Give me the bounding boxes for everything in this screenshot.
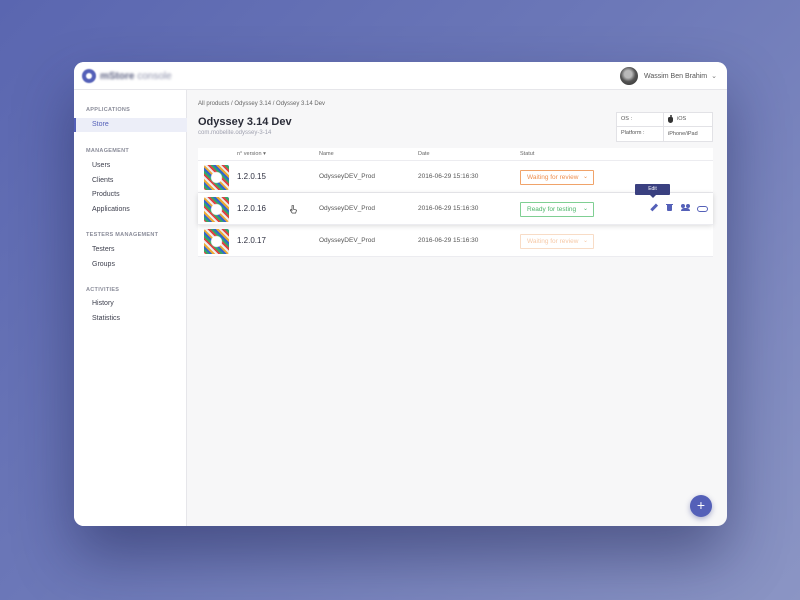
info-row-os: OS : iOS: [617, 113, 712, 127]
info-row-platform: Platform : iPhone/iPad: [617, 127, 712, 141]
app-icon: [204, 197, 229, 222]
sidebar-item-store[interactable]: Store: [74, 118, 187, 132]
sidebar-item-groups[interactable]: Groups: [74, 258, 187, 272]
avatar: [619, 67, 638, 85]
name-cell: OdysseyDEV_Prod: [319, 237, 375, 244]
chevron-down-icon: ⌄: [711, 73, 717, 80]
apple-icon: [668, 114, 673, 123]
status-select[interactable]: Waiting for review ⌄: [520, 234, 594, 249]
app-window: mStore console Wassim Ben Brahim ⌄ APPLI…: [74, 62, 727, 526]
sidebar-item-applications[interactable]: Applications: [74, 203, 187, 217]
chevron-down-icon: ⌄: [582, 206, 588, 212]
version-cell: 1.2.0.17: [237, 236, 266, 245]
sidebar-item-history[interactable]: History: [74, 297, 187, 311]
page-title: Odyssey 3.14 Dev: [198, 116, 292, 128]
app-info-table: OS : iOS Platform : iPhone/iPad: [616, 112, 713, 142]
platform-value: iPhone/iPad: [668, 130, 698, 137]
app-icon: [204, 165, 229, 190]
sidebar: APPLICATIONS Store MANAGEMENT Users Clie…: [74, 90, 187, 526]
breadcrumb[interactable]: All products / Odyssey 3.14 / Odyssey 3.…: [198, 101, 325, 107]
app-logo[interactable]: mStore console: [82, 68, 172, 84]
sidebar-section-activities: ACTIVITIES: [86, 287, 120, 293]
table-header: n° version ▾ Name Date Statut: [198, 148, 713, 161]
sidebar-section-testers-management: TESTERS MANAGEMENT: [86, 232, 159, 238]
sidebar-section-management: MANAGEMENT: [86, 148, 130, 154]
version-cell: 1.2.0.16: [237, 204, 266, 213]
status-select[interactable]: Waiting for review ⌄: [520, 170, 594, 185]
os-label: OS :: [617, 113, 664, 126]
bundle-id: com.mobelite.odyssey-3-14: [198, 130, 272, 136]
pencil-icon[interactable]: [649, 203, 658, 212]
sidebar-item-statistics[interactable]: Statistics: [74, 312, 187, 326]
logo-icon: [82, 69, 96, 83]
sidebar-item-clients[interactable]: Clients: [74, 174, 187, 188]
platform-label: Platform :: [617, 127, 664, 141]
chevron-down-icon: ⌄: [582, 238, 588, 244]
sidebar-item-users[interactable]: Users: [74, 159, 187, 173]
sidebar-item-products[interactable]: Products: [74, 188, 187, 202]
group-icon[interactable]: [681, 203, 690, 212]
os-value: iOS: [664, 113, 686, 126]
table-row[interactable]: 1.2.0.17 OdysseyDEV_Prod 2016-06-29 15:1…: [198, 225, 713, 257]
add-version-button[interactable]: +: [690, 495, 712, 517]
trash-icon[interactable]: [665, 203, 674, 212]
header-date[interactable]: Date: [418, 148, 430, 161]
row-actions: [649, 203, 708, 212]
user-menu[interactable]: Wassim Ben Brahim ⌄: [619, 67, 717, 85]
table-row[interactable]: 1.2.0.16 OdysseyDEV_Prod 2016-06-29 15:1…: [198, 184, 713, 225]
link-icon[interactable]: [697, 203, 708, 212]
logo-text: mStore console: [100, 70, 172, 82]
pointer-cursor-icon: [290, 205, 297, 214]
date-cell: 2016-06-29 15:16:30: [418, 237, 479, 244]
sort-arrow-icon: ▾: [263, 151, 266, 157]
os-value-text: iOS: [677, 116, 687, 122]
sidebar-item-testers[interactable]: Testers: [74, 243, 187, 257]
version-cell: 1.2.0.15: [237, 172, 266, 181]
header-version[interactable]: n° version ▾: [237, 148, 266, 161]
versions-table: n° version ▾ Name Date Statut 1.2.0.15 O…: [198, 148, 713, 257]
edit-tooltip: Edit: [635, 184, 670, 198]
name-cell: OdysseyDEV_Prod: [319, 205, 375, 212]
user-name: Wassim Ben Brahim: [643, 72, 708, 80]
top-bar: mStore console Wassim Ben Brahim ⌄: [74, 62, 727, 90]
header-status[interactable]: Statut: [520, 148, 534, 161]
chevron-down-icon: ⌄: [582, 174, 588, 180]
date-cell: 2016-06-29 15:16:30: [418, 205, 479, 212]
app-icon: [204, 229, 229, 254]
date-cell: 2016-06-29 15:16:30: [418, 173, 479, 180]
sidebar-section-applications: APPLICATIONS: [86, 107, 131, 113]
header-name[interactable]: Name: [319, 148, 334, 161]
status-select[interactable]: Ready for testing ⌄: [520, 202, 594, 217]
name-cell: OdysseyDEV_Prod: [319, 173, 375, 180]
